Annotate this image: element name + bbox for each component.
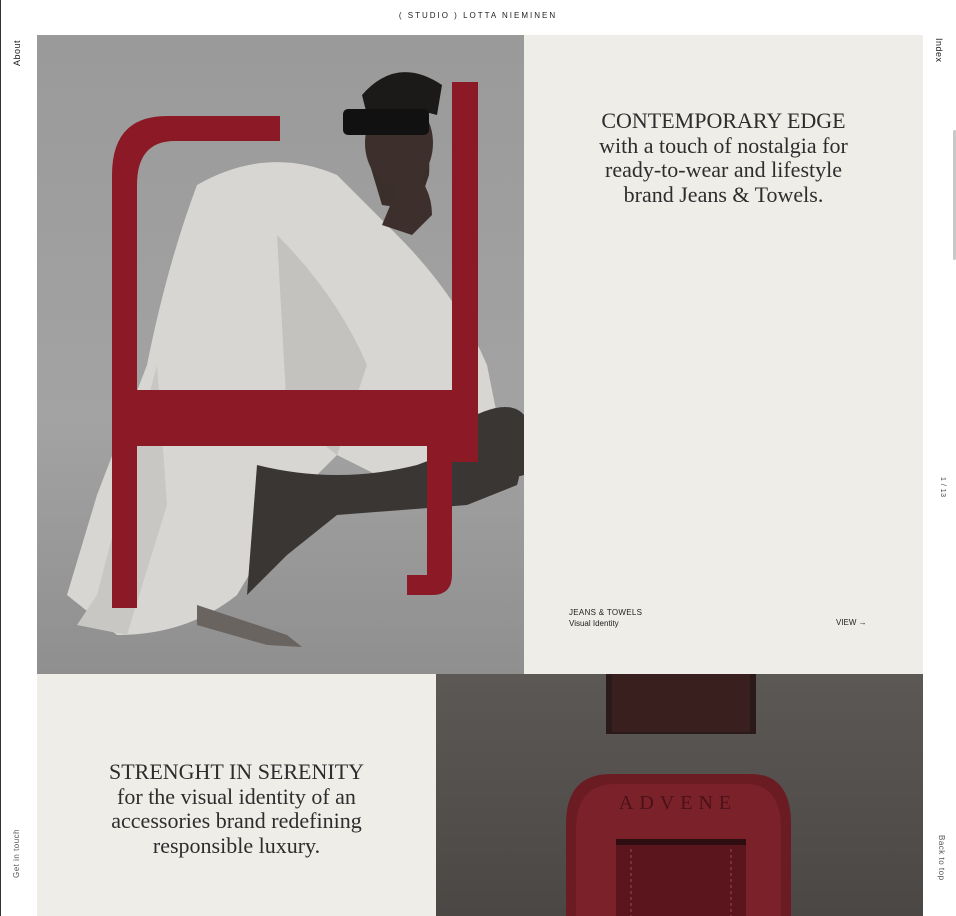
headline2-line1: STRENGHT IN SERENITY [108,759,365,784]
caption-subtitle: Visual Identity [569,619,619,628]
headline1-line1: CONTEMPORARY EDGE [601,108,846,133]
leather-bag-image: ADVENE [566,674,791,916]
headline1-line2: with a touch of nostalgia for [599,132,848,158]
left-border [0,0,1,916]
advene-embossed-text: ADVENE [619,792,737,814]
caption-title: JEANS & TOWELS [569,608,643,617]
project-counter: 1 / 13 [939,477,946,498]
headline1-line4: brand Jeans & Towels. [623,181,824,207]
project1-headline: CONTEMPORARY EDGE with a touch of nostal… [554,108,893,207]
jeans-towels-photo[interactable] [37,35,524,674]
advene-text-panel: STRENGHT IN SERENITY for the visual iden… [37,674,436,916]
headline1-line3: ready-to-wear and lifestyle [605,157,842,182]
project2-headline: STRENGHT IN SERENITY for the visual iden… [67,759,406,858]
headline2-line2: for the visual identity of an [117,783,356,809]
project1-caption: JEANS & TOWELS Visual Identity [569,607,642,629]
advene-photo[interactable]: ADVENE [436,674,923,916]
jeans-towels-text-panel: CONTEMPORARY EDGE with a touch of nostal… [524,35,923,674]
view-project-link[interactable]: VIEW → [836,618,867,627]
site-header[interactable]: ( STUDIO ) LOTTA NIEMINEN [0,11,956,20]
index-link[interactable]: Index [934,38,944,63]
headline2-line3: accessories brand redefining [111,808,362,833]
back-to-top-link[interactable]: Back to top [937,835,946,881]
about-link[interactable]: About [12,40,22,66]
headline2-line4: responsible luxury. [152,832,321,858]
get-in-touch-link[interactable]: Get in touch [12,829,21,878]
model-photo-image [67,72,524,647]
